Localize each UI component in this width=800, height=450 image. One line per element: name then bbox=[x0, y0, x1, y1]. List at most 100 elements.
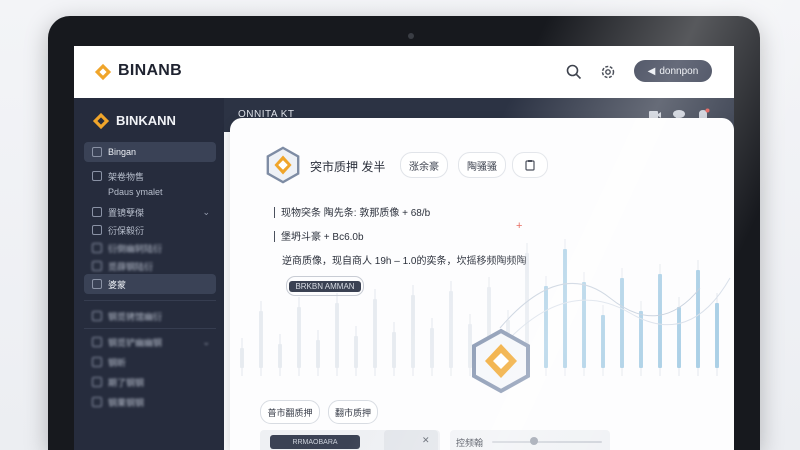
chevron-down-icon: ⌄ bbox=[202, 336, 210, 347]
address-field[interactable]: RRMAOBARA bbox=[270, 435, 360, 449]
sidebar-item-label: 钢觅铲幽幽钢 bbox=[108, 337, 163, 348]
filter-pill[interactable]: 陶骚骚 bbox=[458, 152, 506, 178]
sidebar-item-label: 衍保毅衍 bbox=[108, 225, 145, 236]
sidebar-divider bbox=[84, 328, 216, 329]
shield-icon bbox=[92, 337, 102, 347]
stat-line: 堡坍斗豪 + Bc6.0b bbox=[274, 228, 364, 243]
sidebar-item-label: 钢觅铐馆幽衍 bbox=[108, 311, 163, 322]
chart-candle bbox=[278, 344, 282, 368]
sidebar-item-label: 衍倒幽轲陆衍 bbox=[108, 243, 163, 254]
chart-candle bbox=[601, 315, 605, 368]
stat-marker bbox=[274, 231, 275, 242]
sidebar-item[interactable]: 衍保毅衍 bbox=[84, 220, 216, 240]
laptop-bezel: BINANB ◀ donnpon BINKANN Bingan 架卷物售 Pda… bbox=[48, 16, 760, 450]
sidebar-item-label: 置镜孽傑 bbox=[108, 207, 145, 218]
sidebar-item-label: 期了钢钢 bbox=[108, 377, 145, 388]
account-button[interactable]: ◀ donnpon bbox=[634, 60, 712, 82]
chart-candle bbox=[696, 270, 700, 368]
grid-icon bbox=[92, 279, 102, 289]
sidebar-item[interactable]: 钢觅铲幽幽钢 ⌄ bbox=[84, 332, 216, 352]
card-title: 突市质押 发半 bbox=[310, 160, 386, 174]
center-logo-icon bbox=[472, 328, 530, 394]
clipboard-icon bbox=[525, 160, 535, 171]
chart-candle bbox=[297, 307, 301, 368]
sidebar-item[interactable]: 钢昕 bbox=[84, 352, 216, 372]
chart-candle bbox=[259, 311, 263, 368]
chart-candle bbox=[658, 274, 662, 368]
webcam bbox=[408, 33, 414, 39]
brand-logo-icon bbox=[94, 63, 112, 81]
slider-handle[interactable] bbox=[530, 437, 538, 445]
sidebar-item[interactable]: Pdaus ymalet bbox=[84, 182, 216, 202]
sidebar-item-label: 婆蒙 bbox=[108, 279, 127, 290]
chevron-down-icon: ⌄ bbox=[202, 206, 210, 217]
chart-candle bbox=[449, 291, 453, 368]
user-icon bbox=[92, 357, 102, 367]
clipboard-button[interactable] bbox=[512, 152, 548, 178]
doc-icon bbox=[92, 261, 102, 271]
sidebar-divider bbox=[84, 300, 216, 301]
sidebar-item[interactable]: 期了钢钢 bbox=[84, 372, 216, 392]
action-button[interactable]: 翻市质押 bbox=[328, 400, 378, 424]
sidebar-item-label: 觅薛钢陆衍 bbox=[108, 261, 154, 272]
action-button[interactable]: 普市翻质押 bbox=[260, 400, 320, 424]
chart-candle bbox=[354, 336, 358, 368]
sidebar-item-label: Bingan bbox=[108, 147, 137, 157]
sidebar-item[interactable]: 钢觅铐馆幽衍 bbox=[84, 306, 216, 326]
chart-candle bbox=[335, 303, 339, 368]
slider-track[interactable] bbox=[492, 441, 602, 443]
chart-candle bbox=[544, 286, 548, 368]
home-icon bbox=[92, 147, 102, 157]
chart-candle bbox=[620, 278, 624, 368]
close-icon[interactable]: ✕ bbox=[422, 435, 430, 446]
settings-gear-icon[interactable] bbox=[598, 62, 618, 82]
search-icon[interactable] bbox=[564, 62, 584, 82]
sidebar-item[interactable]: 钢果钢钢 bbox=[84, 392, 216, 412]
amount-box[interactable] bbox=[384, 430, 438, 450]
top-navigation-bar: BINANB ◀ donnpon bbox=[74, 46, 734, 99]
chart-candle bbox=[373, 299, 377, 368]
sidebar-item-label: 架卷物售 bbox=[108, 171, 145, 182]
asset-tag-label: BRKBN AMMAN bbox=[289, 280, 361, 292]
calendar-icon bbox=[92, 377, 102, 387]
send-icon: ◀ bbox=[647, 65, 656, 77]
wallet-icon bbox=[92, 243, 102, 253]
brand-name: BINANB bbox=[118, 62, 183, 79]
sidebar-item[interactable]: 觅薛钢陆衍 bbox=[84, 256, 216, 276]
filter-pill[interactable]: 涨余豪 bbox=[400, 152, 448, 178]
stat-text: 现物突条 陶先条: 敦那质像 + 68/b bbox=[281, 208, 431, 219]
chart-candle bbox=[392, 332, 396, 368]
chart-candle bbox=[240, 348, 244, 368]
sidebar-item-bingan[interactable]: Bingan bbox=[84, 142, 216, 162]
token-badge-icon bbox=[266, 146, 300, 184]
sidebar-item[interactable]: 衍倒幽轲陆衍 bbox=[84, 238, 216, 258]
chart-candle bbox=[563, 249, 567, 368]
sidebar: BINKANN Bingan 架卷物售 Pdaus ymalet 置镜孽傑 ⌄ … bbox=[74, 98, 224, 450]
sidebar-item-label: 钢昕 bbox=[108, 357, 127, 368]
chart-candle bbox=[715, 303, 719, 368]
sidebar-item[interactable]: 置镜孽傑 ⌄ bbox=[84, 202, 216, 222]
clock-icon bbox=[92, 311, 102, 321]
sidebar-logo-icon bbox=[92, 112, 110, 130]
slider-label: 控频翰 bbox=[456, 438, 484, 448]
gear-icon bbox=[92, 397, 102, 407]
chart-candle bbox=[677, 307, 681, 368]
chart-candle bbox=[430, 328, 434, 368]
list-icon bbox=[92, 171, 102, 181]
chart-candle bbox=[582, 282, 586, 368]
sidebar-item-label: Pdaus ymalet bbox=[108, 187, 163, 197]
main-content-card: 突市质押 发半 涨余豪 陶骚骚 现物突条 陶先条: 敦那质像 + 68/b 堡坍… bbox=[230, 118, 734, 450]
asset-tag[interactable]: BRKBN AMMAN bbox=[286, 276, 364, 296]
account-button-label: donnpon bbox=[659, 65, 699, 77]
stat-line: 逆商质像，现自商人 19h – 1.0的奕条，坎摇移频陶频陶 bbox=[282, 252, 526, 267]
stat-marker bbox=[274, 207, 275, 218]
app-screen: BINANB ◀ donnpon BINKANN Bingan 架卷物售 Pda… bbox=[74, 46, 734, 450]
chart-candle bbox=[316, 340, 320, 368]
stat-text: 逆商质像，现自商人 19h – 1.0的奕条，坎摇移频陶频陶 bbox=[282, 256, 527, 267]
crosshair-marker: + bbox=[516, 220, 523, 232]
sidebar-item-label: 钢果钢钢 bbox=[108, 397, 145, 408]
sidebar-item-active[interactable]: 婆蒙 bbox=[84, 274, 216, 294]
chart-candle bbox=[411, 295, 415, 368]
stat-text: 堡坍斗豪 + Bc6.0b bbox=[281, 232, 364, 243]
folder-icon bbox=[92, 207, 102, 217]
